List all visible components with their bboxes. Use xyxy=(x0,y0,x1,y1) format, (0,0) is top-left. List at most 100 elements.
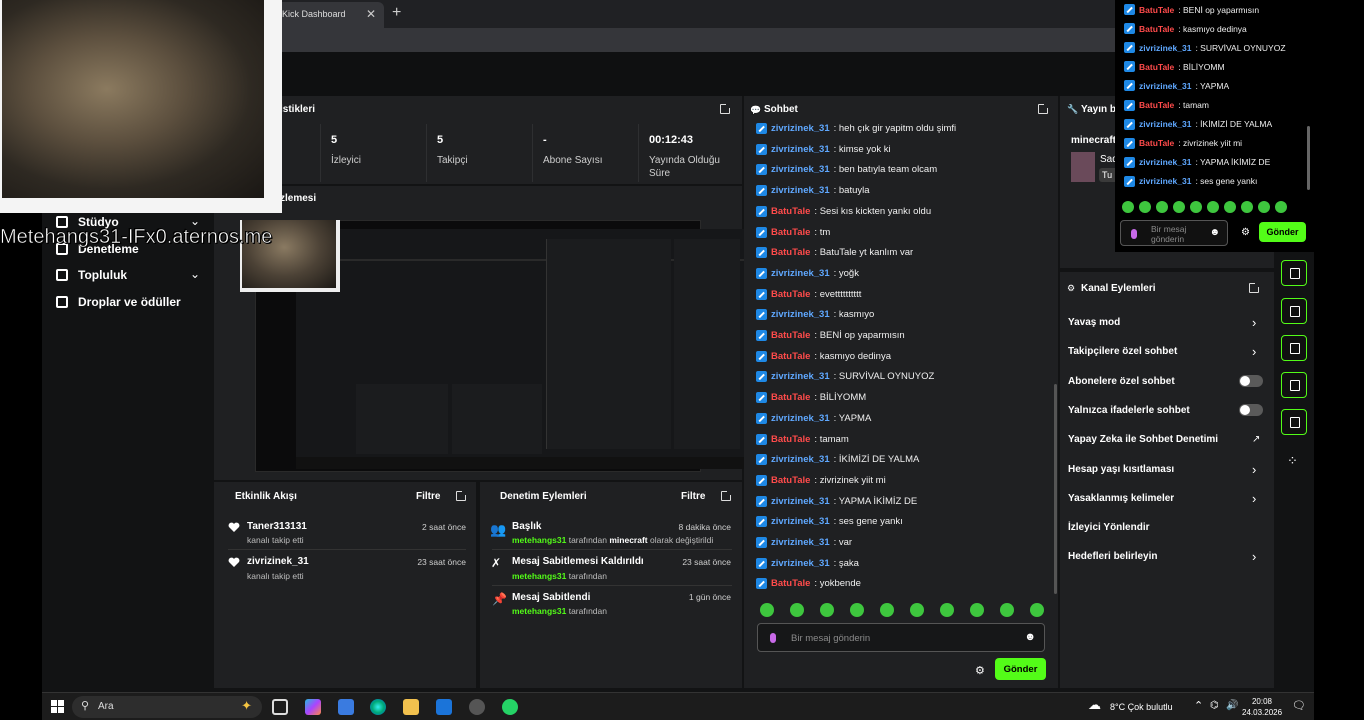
store-icon[interactable] xyxy=(338,699,354,715)
chat-username[interactable]: zivrizinek_31 xyxy=(1139,43,1191,53)
emote-icon[interactable] xyxy=(940,603,954,617)
emote-icon[interactable] xyxy=(1275,201,1287,213)
chat-username[interactable]: BatuTale xyxy=(1139,100,1174,110)
chat-username[interactable]: zivrizinek_31 xyxy=(1139,81,1191,91)
channel-action-row[interactable]: Hedefleri belirleyin xyxy=(1068,551,1157,562)
close-icon[interactable]: ✕ xyxy=(366,7,376,21)
wrench-icon[interactable] xyxy=(1281,409,1307,435)
emote-icon[interactable] xyxy=(910,603,924,617)
chat-username[interactable]: BatuTale xyxy=(1139,5,1174,15)
volume-icon[interactable]: 🔊 xyxy=(1226,700,1238,711)
mail-icon[interactable] xyxy=(436,699,452,715)
activity-filter-button[interactable]: Filtre xyxy=(416,491,440,502)
chat-username[interactable]: BatuTale xyxy=(1139,24,1174,34)
chat-username[interactable]: BatuTale xyxy=(771,578,810,589)
chat-username[interactable]: BatuTale xyxy=(771,475,810,486)
weather-text[interactable]: 8°C Çok bulutlu xyxy=(1110,702,1173,712)
taskbar-search[interactable]: ⚲ Ara ✦ xyxy=(72,696,262,718)
send-button[interactable]: Gönder xyxy=(995,658,1046,680)
chat-username[interactable]: zivrizinek_31 xyxy=(771,537,830,548)
mod-filter-button[interactable]: Filtre xyxy=(681,491,705,502)
chat-username[interactable]: zivrizinek_31 xyxy=(771,371,830,382)
emote-icon[interactable] xyxy=(970,603,984,617)
chat-username[interactable]: zivrizinek_31 xyxy=(1139,157,1191,167)
chat-username[interactable]: BatuTale xyxy=(771,227,810,238)
task-view-icon[interactable] xyxy=(272,699,288,715)
layout-icon[interactable] xyxy=(1281,372,1307,398)
more-icon[interactable]: ⁘ xyxy=(1287,453,1298,469)
chat-scrollbar[interactable] xyxy=(1054,384,1057,594)
emote-icon[interactable] xyxy=(1224,201,1236,213)
chevron-right-icon[interactable]: › xyxy=(1252,462,1256,477)
chat-bubble-icon[interactable] xyxy=(1281,298,1307,324)
mic-icon[interactable] xyxy=(770,633,776,643)
expand-icon[interactable] xyxy=(1249,282,1260,293)
emote-icon[interactable] xyxy=(1173,201,1185,213)
chat-username[interactable]: BatuTale xyxy=(771,392,810,403)
gear-icon[interactable]: ⚙ xyxy=(1241,227,1250,238)
channel-action-row[interactable]: Abonelere özel sohbet xyxy=(1068,376,1175,387)
emote-icon[interactable] xyxy=(1000,603,1014,617)
chat-username[interactable]: zivrizinek_31 xyxy=(771,454,830,465)
chat-username[interactable]: zivrizinek_31 xyxy=(771,496,830,507)
overlay-chat-input[interactable]: Bir mesaj gönderin ☻ xyxy=(1120,220,1228,246)
chat-username[interactable]: BatuTale xyxy=(771,206,810,217)
broadcast-icon[interactable] xyxy=(1281,335,1307,361)
channel-action-row[interactable]: Takipçilere özel sohbet xyxy=(1068,346,1177,357)
chat-username[interactable]: zivrizinek_31 xyxy=(771,268,830,279)
chat-username[interactable]: zivrizinek_31 xyxy=(771,413,830,424)
emoji-icon[interactable]: ☻ xyxy=(1209,227,1220,238)
chat-username[interactable]: zivrizinek_31 xyxy=(771,558,830,569)
file-explorer-icon[interactable] xyxy=(403,699,419,715)
whatsapp-icon[interactable] xyxy=(502,699,518,715)
mod-user[interactable]: metehangs31 xyxy=(512,571,566,581)
chat-username[interactable]: BatuTale xyxy=(1139,138,1174,148)
chat-username[interactable]: BatuTale xyxy=(771,351,810,362)
chat-username[interactable]: zivrizinek_31 xyxy=(771,164,830,175)
emote-icon[interactable] xyxy=(1190,201,1202,213)
network-icon[interactable]: ⌬ xyxy=(1210,700,1219,711)
chat-username[interactable]: BatuTale xyxy=(771,434,810,445)
edge-icon[interactable] xyxy=(370,699,386,715)
nav-item-drops[interactable]: Droplar ve ödüller xyxy=(56,295,181,309)
emote-icon[interactable] xyxy=(1139,201,1151,213)
chat-username[interactable]: zivrizinek_31 xyxy=(1139,176,1191,186)
chat-username[interactable]: zivrizinek_31 xyxy=(771,144,830,155)
chat-username[interactable]: zivrizinek_31 xyxy=(771,309,830,320)
mic-icon[interactable] xyxy=(1131,229,1137,239)
chat-username[interactable]: BatuTale xyxy=(1139,62,1174,72)
notification-icon[interactable]: 🗨 xyxy=(1292,699,1306,712)
emoji-icon[interactable]: ☻ xyxy=(1024,631,1036,643)
chat-username[interactable]: BatuTale xyxy=(771,330,810,341)
expand-icon[interactable] xyxy=(456,490,467,501)
chevron-right-icon[interactable]: › xyxy=(1252,344,1256,359)
chat-input[interactable]: Bir mesaj gönderin ☻ xyxy=(757,623,1045,652)
emote-icon[interactable] xyxy=(820,603,834,617)
chat-username[interactable]: zivrizinek_31 xyxy=(771,123,830,134)
emote-icon[interactable] xyxy=(760,603,774,617)
app-icon[interactable] xyxy=(469,699,485,715)
chevron-right-icon[interactable]: › xyxy=(1252,315,1256,330)
plus-icon[interactable]: + xyxy=(392,4,401,22)
emote-icon[interactable] xyxy=(850,603,864,617)
toggle-switch[interactable] xyxy=(1239,374,1263,387)
chat-username[interactable]: zivrizinek_31 xyxy=(771,516,830,527)
chat-username[interactable]: zivrizinek_31 xyxy=(771,185,830,196)
chevron-up-icon[interactable]: ⌃ xyxy=(1194,699,1203,712)
clock[interactable]: 20:08 24.03.2026 xyxy=(1242,696,1282,718)
gear-icon[interactable]: ⚙ xyxy=(975,664,985,677)
channel-action-row[interactable]: Yasaklanmış kelimeler xyxy=(1068,493,1174,504)
mod-user[interactable]: metehangs31 xyxy=(512,606,566,616)
tab-kick-dashboard[interactable]: Kick Dashboard ✕ xyxy=(272,2,384,28)
channel-action-row[interactable]: Hesap yaşı kısıtlaması xyxy=(1068,464,1174,475)
copilot-icon[interactable] xyxy=(305,699,321,715)
external-link-icon[interactable]: ↗ xyxy=(1252,434,1260,445)
overlay-send-button[interactable]: Gönder xyxy=(1259,222,1306,242)
overlay-scrollbar[interactable] xyxy=(1307,126,1310,190)
emote-icon[interactable] xyxy=(1207,201,1219,213)
activity-user[interactable]: Taner313131 xyxy=(247,521,307,532)
emote-icon[interactable] xyxy=(1156,201,1168,213)
nav-item-community[interactable]: Topluluk xyxy=(56,268,127,282)
emote-icon[interactable] xyxy=(1258,201,1270,213)
emote-icon[interactable] xyxy=(1030,603,1044,617)
